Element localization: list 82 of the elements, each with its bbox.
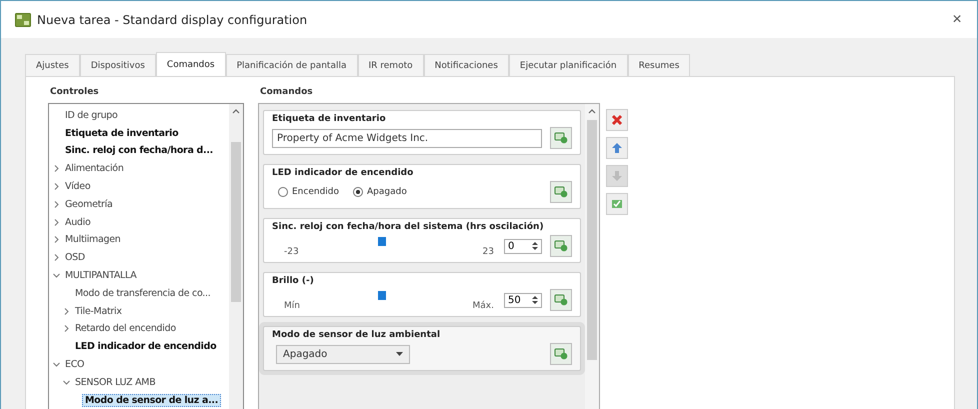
number-spinner[interactable]: 0 [504,238,542,254]
chevron-right-icon[interactable] [53,183,60,190]
panel-title: Etiqueta de inventario [272,114,387,124]
chevron-right-icon[interactable] [53,254,60,262]
panel-title: Brillo (-) [272,276,315,286]
group-title: Comandos [260,87,314,98]
chevron-down-icon[interactable] [53,361,60,368]
text-field[interactable]: Property of Acme Widgets Inc. [272,128,542,148]
tab[interactable]: Planificación de pantalla [226,54,358,76]
chevron-right-icon[interactable] [53,236,60,244]
checkmark-icon [611,198,623,210]
monitor-icon [554,132,568,144]
radio-option[interactable]: Apagado [353,187,407,198]
monitor-icon [554,240,568,252]
slider-thumb[interactable] [378,291,386,300]
apply-button[interactable] [550,127,572,150]
apply-button[interactable] [606,193,628,216]
command-panel[interactable]: LED indicador de encendido Encendido Apagado [263,164,581,210]
close-button[interactable]: × [937,2,977,38]
tree-item[interactable]: Multiimagen [62,233,124,246]
min-label: Mín [284,301,300,312]
command-panel[interactable]: Sinc. reloj con fecha/hora del sistema (hrs oscilación) -23 23 0 [263,218,581,264]
chevron-right-icon[interactable] [53,200,60,208]
number-spinner[interactable]: 50 [504,292,542,308]
apply-button[interactable] [550,235,572,258]
group-title: Controles [50,87,100,98]
tree-item[interactable]: LED indicador de encendido [72,340,220,354]
scrollbar[interactable] [229,104,243,409]
monitor-icon [554,294,568,306]
tab[interactable]: Notificaciones [424,54,509,76]
chevron-right-icon[interactable] [53,165,60,172]
tree-item[interactable]: Modo de transferencia de co... [72,286,214,300]
tree-item[interactable]: Tile-Matrix [72,304,125,318]
tree-item[interactable]: Modo de sensor de luz a... [82,394,222,407]
chevron-down-icon[interactable] [63,378,70,386]
up-button[interactable] [606,137,628,160]
tab[interactable]: Comandos [156,52,226,76]
caret-icon [396,352,403,357]
tab[interactable]: Resumes [628,54,690,76]
max-label: 23 [482,247,494,258]
max-label: Máx. [472,301,494,312]
apply-button[interactable] [550,343,572,366]
chevron-right-icon[interactable] [53,218,60,226]
chevron-right-icon[interactable] [63,325,70,332]
panel-title: Sinc. reloj con fecha/hora del sistema (hrs oscilación) [272,222,545,232]
slider-thumb[interactable] [378,237,386,246]
tab[interactable]: Dispositivos [80,54,156,76]
tree-item[interactable]: Etiqueta de inventario [62,126,182,140]
tree-item[interactable]: Alimentación [62,162,127,176]
tree-item[interactable]: MULTIPANTALLA [62,269,140,282]
min-label: -23 [284,247,299,258]
tree-item[interactable]: SENSOR LUZ AMB [72,376,158,389]
tab[interactable]: Ajustes [25,54,80,76]
window-title: Nueva tarea - Standard display configuration [37,12,308,27]
app-icon [15,12,31,27]
chevron-right-icon[interactable] [63,308,70,315]
radio-option[interactable]: Encendido [278,187,340,198]
monitor-icon [554,186,568,198]
apply-button[interactable] [550,289,572,312]
tree-item[interactable]: Retardo del encendido [72,322,179,336]
close-icon [611,114,623,126]
tab[interactable]: IR remoto [358,54,424,76]
apply-button[interactable] [550,181,572,204]
monitor-icon [554,348,568,360]
arrow-up-icon [611,142,623,154]
panel-title: LED indicador de encendido [272,168,414,178]
tree-item[interactable]: Sinc. reloj con fecha/hora d... [62,144,216,158]
tree-item[interactable]: OSD [62,251,88,264]
dropdown[interactable]: Apagado [276,344,410,364]
chevron-down-icon[interactable] [53,272,60,280]
command-panel[interactable]: Brillo (-) Mín Máx. 50 [263,272,581,318]
scrollbar[interactable] [585,104,599,409]
tree-item[interactable]: Vídeo [62,180,94,194]
delete-button[interactable] [606,109,628,132]
tree-item[interactable]: Geometría [62,198,116,211]
tree-item[interactable]: ECO [62,358,88,371]
command-panel[interactable]: Etiqueta de inventario Property of Acme Widgets Inc. [263,110,581,156]
tree-item[interactable]: Audio [62,216,94,229]
panel-title: Modo de sensor de luz ambiental [272,330,442,340]
tree-item[interactable]: ID de grupo [62,108,121,122]
arrow-down-icon [611,170,623,182]
tab[interactable]: Ejecutar planificación [508,54,628,76]
